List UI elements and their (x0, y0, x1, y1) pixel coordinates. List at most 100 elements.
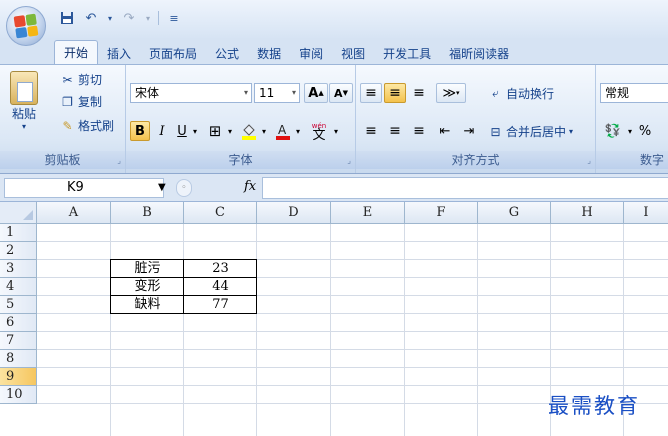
column-header-h[interactable]: H (551, 202, 624, 224)
accounting-dropdown-icon[interactable]: ▾ (626, 121, 634, 141)
underline-dropdown-icon[interactable]: ▾ (191, 121, 199, 141)
fill-color-icon[interactable] (238, 121, 260, 141)
column-header-i[interactable]: I (624, 202, 668, 224)
shrink-font-button[interactable]: A ▼ (329, 83, 353, 103)
font-size-combo[interactable]: 11 ▾ (254, 83, 300, 103)
cell-b3[interactable]: 脏污 (111, 260, 184, 278)
row-header-8[interactable]: 8 (0, 350, 37, 368)
save-icon[interactable] (58, 9, 76, 27)
customize-qat-icon[interactable]: ≡ (165, 9, 183, 27)
row-header-10[interactable]: 10 (0, 386, 37, 404)
phonetic-guide-icon[interactable]: wén 文 (306, 121, 332, 142)
align-bottom-icon[interactable]: ≡ (408, 83, 430, 103)
column-header-d[interactable]: D (257, 202, 331, 224)
tab-insert[interactable]: 插入 (98, 42, 140, 64)
gridline-vertical (110, 224, 111, 436)
column-header-b[interactable]: B (111, 202, 184, 224)
merge-dropdown-icon: ▾ (569, 127, 574, 136)
decrease-indent-icon[interactable]: ⇤ (434, 121, 456, 141)
cell-c5[interactable]: 77 (184, 296, 257, 314)
formula-bar: K9 ▼ ◦ fx (0, 174, 668, 202)
cell-b4[interactable]: 变形 (111, 278, 184, 296)
format-painter-button[interactable]: ✎ 格式刷 (60, 117, 114, 134)
cell-c3[interactable]: 23 (184, 260, 257, 278)
undo-icon[interactable]: ↶ (82, 9, 100, 27)
dialog-launcher-icon[interactable]: ⌟ (117, 156, 121, 165)
font-dialog-launcher-icon[interactable]: ⌟ (347, 156, 351, 165)
gridline-vertical (183, 224, 184, 436)
font-color-dropdown-icon[interactable]: ▾ (294, 121, 302, 141)
accounting-format-icon[interactable]: 💱 (600, 121, 626, 141)
name-box[interactable]: K9 (4, 178, 164, 198)
align-left-icon[interactable]: ≡ (360, 121, 382, 141)
cut-button[interactable]: ✂ 剪切 (60, 71, 102, 88)
column-header-g[interactable]: G (478, 202, 551, 224)
column-header-a[interactable]: A (37, 202, 111, 224)
insert-function-button[interactable]: fx (244, 179, 256, 194)
align-right-icon[interactable]: ≡ (408, 121, 430, 141)
office-button[interactable] (6, 6, 46, 46)
font-group-label: 字体 (126, 151, 355, 169)
underline-button[interactable]: U (173, 121, 191, 141)
gridline-vertical (330, 224, 331, 436)
row-header-1[interactable]: 1 (0, 224, 37, 242)
svg-text:A: A (278, 123, 287, 137)
bold-button[interactable]: B (130, 121, 150, 141)
redo-icon[interactable]: ↷ (120, 9, 138, 27)
tab-review[interactable]: 审阅 (290, 42, 332, 64)
row-header-6[interactable]: 6 (0, 314, 37, 332)
fill-color-dropdown-icon[interactable]: ▾ (260, 121, 268, 141)
formula-input[interactable] (262, 177, 668, 199)
undo-dropdown-icon[interactable]: ▾ (106, 9, 114, 27)
row-header-4[interactable]: 4 (0, 278, 37, 296)
tab-home[interactable]: 开始 (54, 40, 99, 64)
align-middle-icon[interactable]: ≡ (384, 83, 406, 103)
phonetic-dropdown-icon[interactable]: ▾ (332, 121, 340, 141)
increase-indent-icon[interactable]: ⇥ (458, 121, 480, 141)
percent-style-button[interactable]: % (636, 121, 654, 141)
select-all-button[interactable] (0, 202, 37, 224)
number-format-combo[interactable]: 常规 (600, 83, 668, 103)
copy-button[interactable]: ❐ 复制 (60, 93, 102, 110)
row-header-9[interactable]: 9 (0, 368, 37, 386)
row-header-3[interactable]: 3 (0, 260, 37, 278)
italic-button[interactable]: I (153, 121, 171, 141)
tab-view[interactable]: 视图 (332, 42, 374, 64)
column-header-e[interactable]: E (331, 202, 405, 224)
cell-c4[interactable]: 44 (184, 278, 257, 296)
ribbon: 粘贴 ▾ ✂ 剪切 ❐ 复制 ✎ 格式刷 剪贴板 ⌟ 宋体 ▾ 11 ▾ A▲ (0, 64, 668, 174)
column-header-f[interactable]: F (405, 202, 478, 224)
tab-developer[interactable]: 开发工具 (374, 42, 440, 64)
borders-dropdown-icon[interactable]: ▾ (226, 121, 234, 141)
tab-foxit-reader[interactable]: 福昕阅读器 (440, 42, 518, 64)
tab-formulas[interactable]: 公式 (206, 42, 248, 64)
clipboard-group-label: 剪贴板 (0, 151, 125, 169)
tab-data[interactable]: 数据 (248, 42, 290, 64)
row-header-7[interactable]: 7 (0, 332, 37, 350)
cell-b5[interactable]: 缺料 (111, 296, 184, 314)
paste-button[interactable]: 粘贴 ▾ (10, 71, 38, 131)
name-box-dropdown-icon[interactable]: ▼ (158, 182, 166, 193)
borders-icon[interactable]: ⊞ (204, 121, 226, 141)
alignment-dialog-launcher-icon[interactable]: ⌟ (587, 156, 591, 165)
font-name-combo[interactable]: 宋体 ▾ (130, 83, 252, 103)
redo-dropdown-icon[interactable]: ▾ (144, 9, 152, 27)
wrap-text-button[interactable]: ⤶ 自动换行 (488, 85, 554, 102)
align-top-icon[interactable]: ≡ (360, 83, 382, 103)
gridline-horizontal (37, 367, 668, 368)
row-header-5[interactable]: 5 (0, 296, 37, 314)
align-center-icon[interactable]: ≡ (384, 121, 406, 141)
grow-font-button[interactable]: A ▲ (304, 83, 328, 103)
formula-bar-splitter[interactable]: ◦ (176, 179, 192, 197)
wrap-text-label: 自动换行 (506, 87, 555, 101)
tab-page-layout[interactable]: 页面布局 (140, 42, 206, 64)
column-header-c[interactable]: C (184, 202, 257, 224)
orientation-icon[interactable]: ≫ ▾ (436, 83, 466, 103)
office-logo-icon (13, 13, 39, 39)
merge-center-button[interactable]: ⊟ 合并后居中 ▾ (488, 123, 573, 140)
number-group-label: 数字 (596, 151, 668, 169)
copy-label: 复制 (78, 95, 103, 109)
alignment-group-label: 对齐方式 (356, 151, 595, 169)
row-header-2[interactable]: 2 (0, 242, 37, 260)
font-color-icon[interactable]: A (272, 121, 294, 141)
